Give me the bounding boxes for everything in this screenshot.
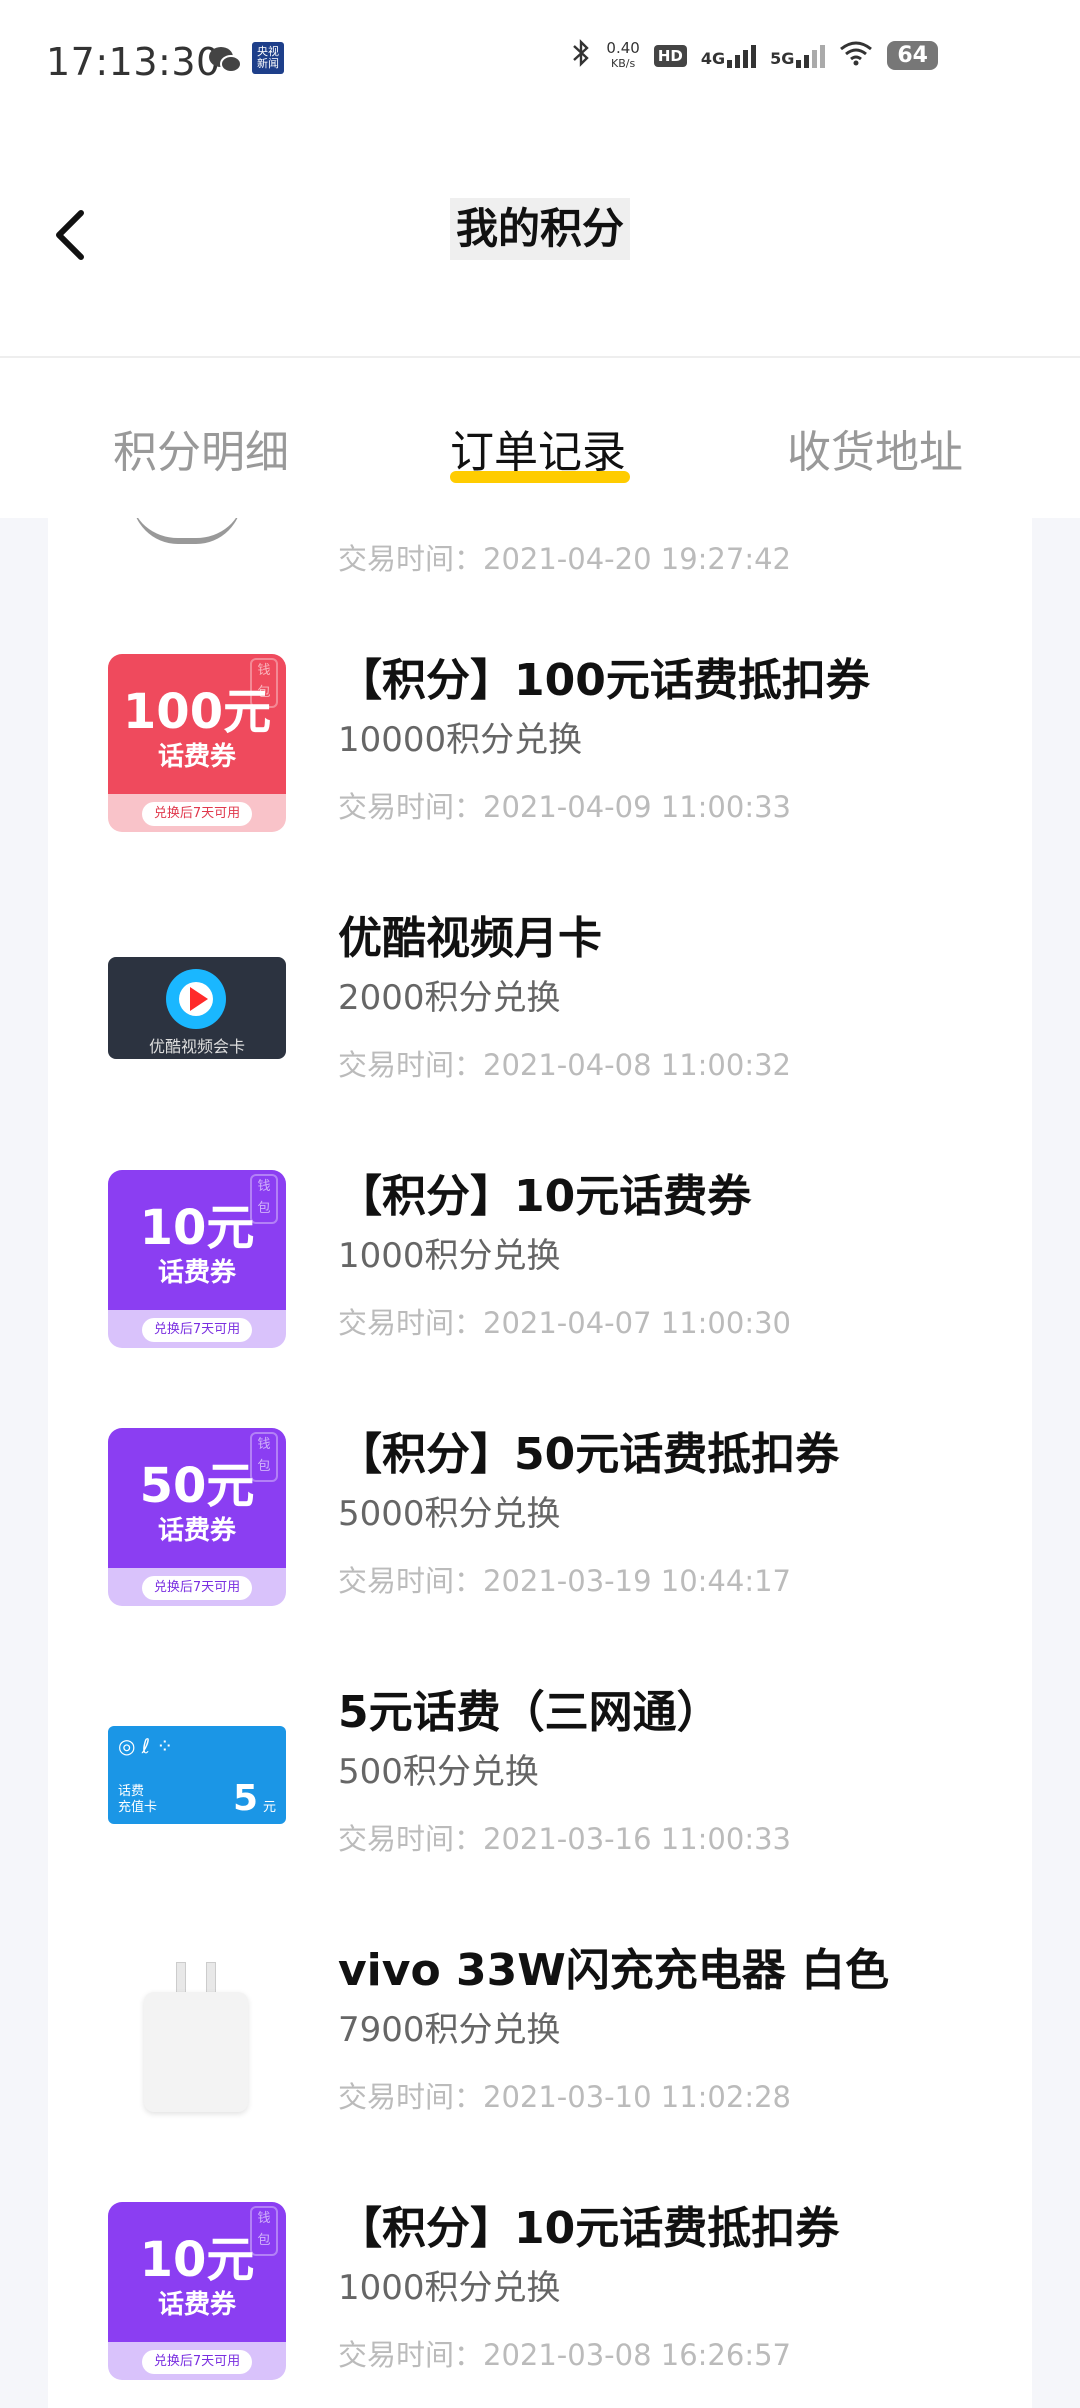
wallet-icon: 钱包: [250, 1174, 278, 1224]
youku-card-thumbnail: 优酷视频会卡: [108, 912, 286, 1090]
order-time: 交易时间：2021-03-19 10:44:17: [338, 1564, 791, 1598]
network-speed: 0.40 KB/s: [606, 38, 640, 70]
status-icons: 0.40 KB/s HD 4G 5G 64: [570, 38, 938, 73]
order-points: 7900积分兑换: [338, 2010, 561, 2050]
order-name: 【积分】10元话费抵扣券: [338, 2203, 840, 2254]
phone-card-thumbnail: ◎ ℓ ⁘ 话费 充值卡 5 元: [108, 1686, 286, 1864]
status-time: 17:13:30: [46, 40, 221, 84]
back-button[interactable]: [40, 200, 100, 270]
order-time: 交易时间：2021-03-16 11:00:33: [338, 1822, 791, 1856]
wallet-icon: 钱包: [250, 2206, 278, 2256]
order-item[interactable]: ◎ ℓ ⁘ 话费 充值卡 5 元 5元话费（三网通） 500积分兑换 交易时间：…: [48, 1626, 1032, 1884]
voucher-thumbnail: 100元 话费券 兑换后7天可用 钱包: [108, 654, 286, 832]
order-time: 交易时间：2021-04-20 19:27:42: [338, 542, 791, 576]
voucher-thumbnail: 10元 话费券 兑换后7天可用 钱包: [108, 2202, 286, 2380]
page-title: 我的积分: [450, 198, 630, 260]
hd-icon: HD: [653, 44, 687, 67]
order-time: 交易时间：2021-04-08 11:00:32: [338, 1048, 791, 1082]
tab-bar: 积分明细 订单记录 收货地址: [0, 358, 1080, 518]
order-name: 优酷视频月卡: [338, 913, 602, 964]
wechat-icon: [208, 42, 242, 78]
voucher-thumbnail: 50元 话费券 兑换后7天可用 钱包: [108, 1428, 286, 1606]
voucher-thumbnail: 10元 话费券 兑换后7天可用 钱包: [108, 1170, 286, 1348]
order-name: 【积分】50元话费抵扣券: [338, 1429, 840, 1480]
active-tab-indicator: [450, 471, 630, 483]
cctv-news-icon: 央视 新闻: [252, 42, 284, 74]
order-time: 交易时间：2021-04-09 11:00:33: [338, 790, 791, 824]
carrier-logos-icon: ◎ ℓ ⁘: [118, 1734, 174, 1758]
status-bar: 17:13:30 央视 新闻 0.40 KB/s HD 4G 5G 64: [0, 0, 1080, 130]
order-points: 5000积分兑换: [338, 1494, 561, 1534]
wallet-icon: 钱包: [250, 658, 278, 708]
order-points: 500积分兑换: [338, 1752, 539, 1792]
tab-points-detail[interactable]: 积分明细: [113, 416, 289, 480]
order-points: 1000积分兑换: [338, 2268, 561, 2308]
order-list-container[interactable]: 交易时间：2021-04-20 19:27:42 100元 话费券 兑换后7天可…: [0, 518, 1080, 2408]
order-time: 交易时间：2021-04-07 11:00:30: [338, 1306, 791, 1340]
order-item[interactable]: vivo 33W闪充充电器 白色 7900积分兑换 交易时间：2021-03-1…: [48, 1884, 1032, 2142]
order-name: 5元话费（三网通）: [338, 1687, 721, 1738]
order-item[interactable]: 优酷视频会卡 优酷视频月卡 2000积分兑换 交易时间：2021-04-08 1…: [48, 852, 1032, 1110]
signal-5g-icon: 5G: [770, 44, 826, 68]
order-time: 交易时间：2021-03-10 11:02:28: [338, 2080, 791, 2114]
order-item[interactable]: 50元 话费券 兑换后7天可用 钱包 【积分】50元话费抵扣券 5000积分兑换…: [48, 1368, 1032, 1626]
order-item[interactable]: 10元 话费券 兑换后7天可用 钱包 【积分】10元话费券 1000积分兑换 交…: [48, 1110, 1032, 1368]
wallet-icon: 钱包: [250, 1432, 278, 1482]
wifi-icon: [839, 40, 873, 71]
charger-thumbnail: [108, 1944, 286, 2122]
order-points: 10000积分兑换: [338, 720, 583, 760]
header: 我的积分: [0, 130, 1080, 358]
order-points: 2000积分兑换: [338, 978, 561, 1018]
battery-icon: 64: [887, 41, 938, 70]
tab-shipping-address[interactable]: 收货地址: [787, 416, 963, 480]
order-list: 交易时间：2021-04-20 19:27:42 100元 话费券 兑换后7天可…: [48, 518, 1032, 2408]
bluetooth-icon: [570, 38, 592, 73]
order-name: vivo 33W闪充充电器 白色: [338, 1945, 890, 1996]
order-item[interactable]: 10元 话费券 兑换后7天可用 钱包 【积分】10元话费抵扣券 1000积分兑换…: [48, 2142, 1032, 2400]
order-name: 【积分】10元话费券: [338, 1171, 752, 1222]
back-arrow-icon: [56, 210, 84, 260]
order-time: 交易时间：2021-03-08 16:26:57: [338, 2338, 791, 2372]
order-name: 【积分】100元话费抵扣券: [338, 655, 870, 706]
product-thumbnail: [132, 518, 242, 544]
order-item[interactable]: 100元 话费券 兑换后7天可用 钱包 【积分】100元话费抵扣券 10000积…: [48, 594, 1032, 852]
order-points: 1000积分兑换: [338, 1236, 561, 1276]
signal-4g-icon: 4G: [701, 44, 757, 68]
